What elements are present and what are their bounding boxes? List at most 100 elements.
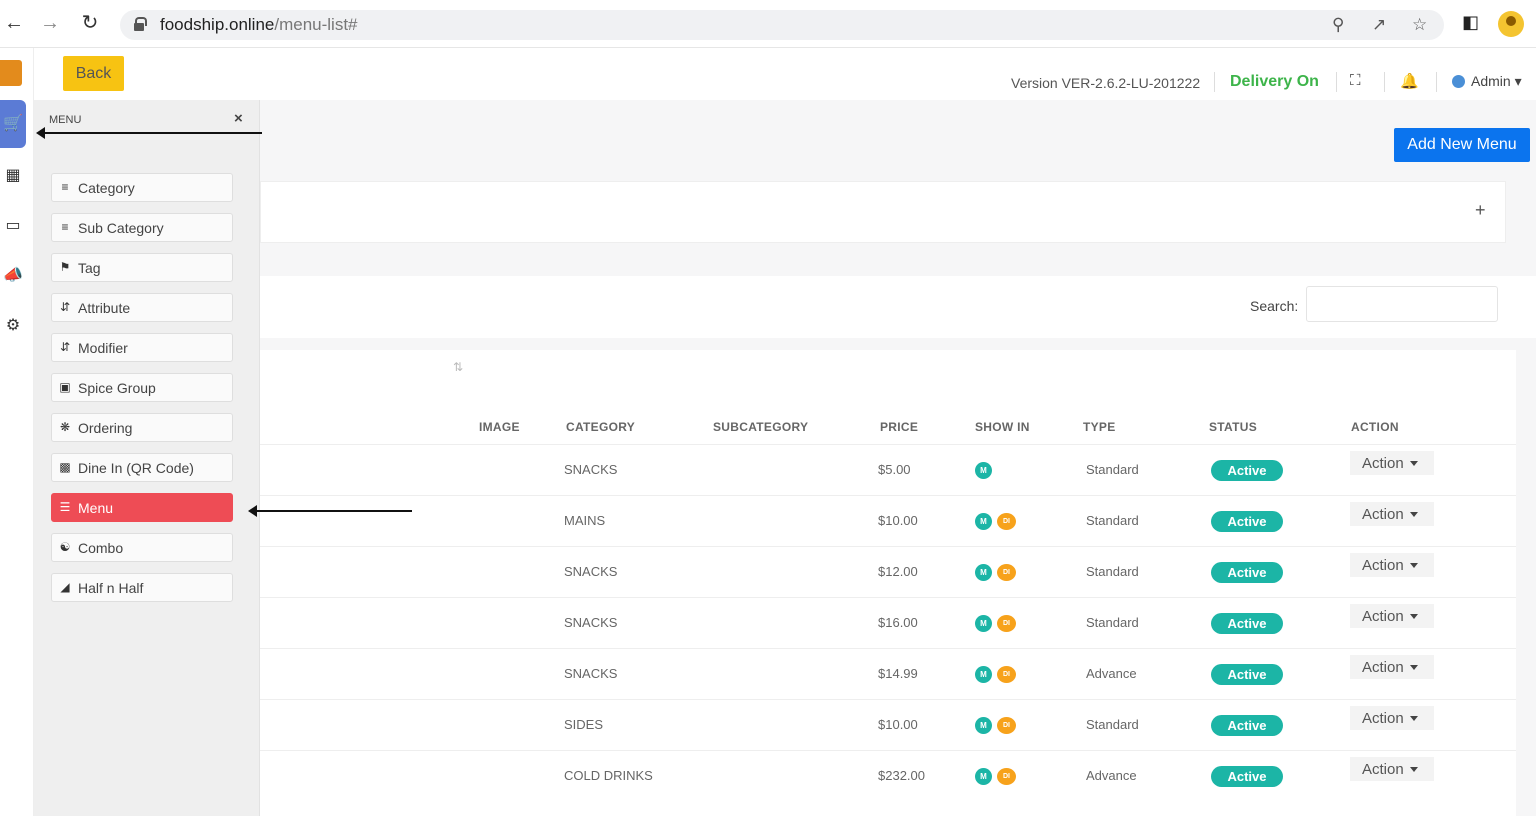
caret-down-icon bbox=[1409, 766, 1418, 772]
action-dropdown-button[interactable]: Action bbox=[1350, 757, 1434, 781]
settings-gear-icon[interactable]: ⚙ bbox=[0, 302, 26, 350]
badge-m: M bbox=[975, 666, 992, 683]
back-button[interactable]: Back bbox=[63, 56, 124, 91]
share-icon[interactable]: ↗ bbox=[1372, 15, 1386, 35]
menu-item-label: Modifier bbox=[78, 340, 128, 356]
column-header-status[interactable]: STATUS bbox=[1209, 420, 1257, 434]
column-header-show-in[interactable]: SHOW IN bbox=[975, 420, 1030, 434]
image-icon: ▣ bbox=[59, 380, 71, 394]
action-dropdown-button[interactable]: Action bbox=[1350, 604, 1434, 628]
menu-item-label: Half n Half bbox=[78, 580, 144, 596]
annotation-arrow bbox=[248, 505, 412, 517]
type-cell: Standard bbox=[1086, 513, 1139, 528]
add-new-menu-button[interactable]: Add New Menu bbox=[1394, 128, 1530, 162]
header-divider bbox=[1384, 72, 1385, 92]
menu-item-sub-category[interactable]: ≡ Sub Category bbox=[51, 213, 233, 242]
admin-menu[interactable]: Admin ▾ bbox=[1452, 73, 1522, 90]
menu-item-modifier[interactable]: ⇵ Modifier bbox=[51, 333, 233, 362]
expand-plus-icon[interactable]: + bbox=[1475, 200, 1486, 221]
monitor-icon[interactable]: ▭ bbox=[0, 202, 26, 250]
menu-item-label: Menu bbox=[78, 500, 114, 516]
qr-icon: ▩ bbox=[59, 460, 71, 474]
badge-m: M bbox=[975, 564, 992, 581]
gear-icon: ❋ bbox=[59, 420, 71, 434]
forward-arrow-icon[interactable]: → bbox=[38, 11, 62, 35]
badge-m: M bbox=[975, 768, 992, 785]
status-badge[interactable]: Active bbox=[1211, 460, 1283, 481]
search-input[interactable] bbox=[1306, 286, 1498, 322]
category-cell: SNACKS bbox=[564, 462, 618, 477]
side-panel-icon[interactable]: ◧ bbox=[1462, 12, 1479, 33]
badge-di: DI bbox=[997, 717, 1016, 734]
caret-down-icon bbox=[1409, 715, 1418, 721]
search-label: Search: bbox=[1250, 298, 1299, 314]
badge-di: DI bbox=[997, 564, 1016, 581]
action-dropdown-button[interactable]: Action bbox=[1350, 451, 1434, 475]
column-header-action[interactable]: ACTION bbox=[1351, 420, 1399, 434]
menu-item-spice-group[interactable]: ▣ Spice Group bbox=[51, 373, 233, 402]
status-badge[interactable]: Active bbox=[1211, 613, 1283, 634]
list-icon: ≡ bbox=[61, 180, 69, 194]
app-window: 🛒 ▦ ▭ 📣 ⚙ Back Version VER-2.6.2-LU-2012… bbox=[0, 48, 1536, 816]
column-header-image[interactable]: IMAGE bbox=[479, 420, 520, 434]
menu-item-category[interactable]: ≡ Category bbox=[51, 173, 233, 202]
status-badge[interactable]: Active bbox=[1211, 664, 1283, 685]
megaphone-icon[interactable]: 📣 bbox=[0, 252, 26, 300]
menu-panel: MENU × ≡ Category ≡ Sub Category ⚑ Tag ⇵ Attrib… bbox=[34, 100, 260, 816]
type-cell: Standard bbox=[1086, 564, 1139, 579]
table-row: COLD DRINKS $232.00 M DI Advance Active Action bbox=[260, 750, 1516, 801]
menu-item-dine-in-qr-code[interactable]: ▩ Dine In (QR Code) bbox=[51, 453, 233, 482]
action-dropdown-button[interactable]: Action bbox=[1350, 502, 1434, 526]
menu-item-label: Spice Group bbox=[78, 380, 156, 396]
status-badge[interactable]: Active bbox=[1211, 562, 1283, 583]
price-cell: $5.00 bbox=[878, 462, 911, 477]
delivery-status[interactable]: Delivery On bbox=[1230, 73, 1319, 91]
status-badge[interactable]: Active bbox=[1211, 715, 1283, 736]
menu-item-label: Tag bbox=[78, 260, 101, 276]
header-divider bbox=[1436, 72, 1437, 92]
version-label: Version VER-2.6.2-LU-201222 bbox=[1011, 75, 1201, 91]
caret-down-icon bbox=[1409, 664, 1418, 670]
brand-logo-icon[interactable] bbox=[0, 60, 22, 86]
reload-icon[interactable]: ↻ bbox=[78, 11, 102, 35]
fullscreen-icon[interactable]: ⛶ bbox=[1350, 72, 1361, 89]
column-header-category[interactable]: CATEGORY bbox=[566, 420, 635, 434]
caret-down-icon bbox=[1409, 613, 1418, 619]
bell-icon[interactable]: 🔔 bbox=[1400, 72, 1419, 90]
badge-di: DI bbox=[997, 666, 1016, 683]
menu-item-tag[interactable]: ⚑ Tag bbox=[51, 253, 233, 282]
calculator-icon[interactable]: ▦ bbox=[0, 152, 26, 200]
menu-item-menu[interactable]: ☰ Menu bbox=[51, 493, 233, 522]
tag-icon: ⚑ bbox=[59, 260, 71, 274]
category-cell: MAINS bbox=[564, 513, 606, 528]
column-header-subcategory[interactable]: SUBCATEGORY bbox=[713, 420, 808, 434]
menu-item-combo[interactable]: ☯ Combo bbox=[51, 533, 233, 562]
price-cell: $14.99 bbox=[878, 666, 918, 681]
close-icon[interactable]: × bbox=[234, 110, 243, 127]
price-cell: $10.00 bbox=[878, 717, 918, 732]
bookmark-star-icon[interactable]: ☆ bbox=[1412, 15, 1427, 35]
badge-di: DI bbox=[997, 615, 1016, 632]
price-cell: $16.00 bbox=[878, 615, 918, 630]
bars-icon: ☰ bbox=[59, 500, 71, 514]
type-cell: Advance bbox=[1086, 666, 1137, 681]
sort-arrows-icon[interactable]: ⇅ bbox=[453, 360, 463, 374]
column-header-price[interactable]: PRICE bbox=[880, 420, 918, 434]
combo-icon: ☯ bbox=[59, 540, 71, 554]
profile-avatar-icon[interactable] bbox=[1498, 11, 1524, 37]
back-arrow-icon[interactable]: ← bbox=[2, 11, 26, 35]
address-bar[interactable]: foodship.online/menu-list# ⚲ ↗ ☆ bbox=[120, 10, 1444, 40]
action-dropdown-button[interactable]: Action bbox=[1350, 706, 1434, 730]
column-header-type[interactable]: TYPE bbox=[1083, 420, 1116, 434]
menu-item-half-n-half[interactable]: ◢ Half n Half bbox=[51, 573, 233, 602]
action-dropdown-button[interactable]: Action bbox=[1350, 553, 1434, 577]
menu-item-label: Dine In (QR Code) bbox=[78, 460, 194, 476]
caret-down-icon bbox=[1409, 511, 1418, 517]
action-dropdown-button[interactable]: Action bbox=[1350, 655, 1434, 679]
menu-item-ordering[interactable]: ❋ Ordering bbox=[51, 413, 233, 442]
status-badge[interactable]: Active bbox=[1211, 511, 1283, 532]
status-badge[interactable]: Active bbox=[1211, 766, 1283, 787]
menu-item-attribute[interactable]: ⇵ Attribute bbox=[51, 293, 233, 322]
cart-icon[interactable]: 🛒 bbox=[0, 100, 26, 148]
zoom-icon[interactable]: ⚲ bbox=[1332, 15, 1344, 35]
